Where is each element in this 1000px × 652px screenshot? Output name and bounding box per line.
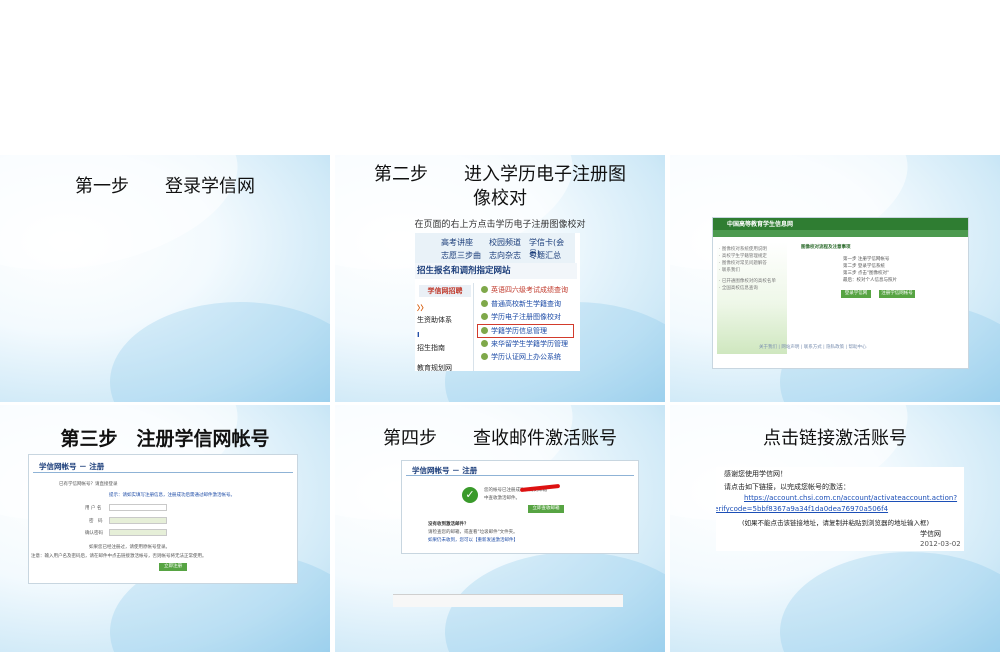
divider [33,472,293,473]
screenshot-fragment [393,594,623,607]
label-username: 用 户 名 [85,506,102,511]
left-item[interactable]: 生资助体系 [417,315,452,325]
label-password: 密 码 [89,519,103,524]
instruction: 请点击如下链接，以完成您帐号的激活： [724,483,850,491]
copy-note: (如果不能点击该链接地址，请复制并粘贴到浏览器的地址输入框) [742,519,930,527]
tips-title: 没有收到激活邮件？ [428,522,469,527]
screenshot-mail: 学信网帐号 － 注册 ✓ 您的帐号已注册成功，请到邮箱 中查收激活邮件。 立即查… [401,460,639,554]
login-hint[interactable]: 已有学信网帐号？请直接登录 [59,481,118,487]
link-student-status[interactable]: 普通高校新生学籍查询 [481,299,561,309]
slide-step-1: 第一步 登录学信网 [0,155,330,402]
register-button[interactable]: 注册学信网帐号 [879,290,915,298]
nav-link[interactable]: 专题汇总 [529,250,561,261]
slide-step-2b: 中国高等教育学生信息网 · 图像校对系统使用说明 · 高校学生学籍管理规定 · … [670,155,1000,402]
signature: 学信网 [920,530,941,538]
screenshot-register: 学信网帐号 － 注册 已有学信网帐号？请直接登录 提示：请如实填写注册信息，注册… [28,454,298,584]
screenshot-website: 中国高等教育学生信息网 · 图像校对系统使用说明 · 高校学生学籍管理规定 · … [712,217,969,369]
sidebar-item[interactable]: · 全国高校信息查询 [719,285,758,291]
note-existing: 如果您已经注册过，请使用原帐号登录。 [89,545,170,550]
login-button[interactable]: 登录学信网 [841,290,871,298]
left-item[interactable]: 教育规划网 [417,363,452,371]
slide-title: 第四步 查收邮件激活账号 [383,428,617,449]
top-nav: 高考讲座 校园频道 学信卡(会员) 志愿三步曲 志向杂志 专题汇总 [415,233,575,264]
screenshot-menu: 高考讲座 校园频道 学信卡(会员) 志愿三步曲 志向杂志 专题汇总 招生报名和调… [415,233,580,371]
slide-title: 第二步 进入学历电子注册图像校对 [374,164,626,209]
sidebar-item[interactable]: · 图像校对系统使用说明 [719,246,767,252]
left-item[interactable]: I [417,331,420,339]
username-input[interactable] [109,504,167,511]
nav-link[interactable]: 校园频道 [489,237,521,248]
step-line: 第二步 登录学信系统 [843,264,885,269]
register-heading: 学信网帐号 － 注册 [39,462,105,471]
screenshot-activation: 感谢您使用学信网！ 请点击如下链接，以完成您帐号的激活： https://acc… [716,467,964,551]
step-line: 最后：校对个人信息与照片 [843,278,897,283]
bullet-icon [481,313,488,320]
label-confirm: 确认密码 [85,531,103,536]
activation-link-cont[interactable]: verifycode=5bbf8367a9a34f1da0dea76970a50… [716,505,888,513]
sidebar-item[interactable]: · 已开通图像校对的高校名单 [719,278,776,284]
check-mailbox-button[interactable]: 立即查收邮箱 [528,505,564,513]
site-footer: 关于我们 | 网站声明 | 联系方式 | 隐私政策 | 帮助中心 [759,345,867,350]
left-item[interactable]: 招生指南 [417,343,445,353]
bullet-icon [481,340,488,347]
register-tip: 提示：请如实填写注册信息，注册成功后需通过邮件激活帐号。 [109,493,235,498]
sidebar-item[interactable]: · 图像校对常见问题解答 [719,260,767,266]
nav-link[interactable]: 志向杂志 [489,250,521,261]
slide-title: 点击链接激活账号 [763,428,907,449]
highlight-box [477,324,574,338]
left-column: 学信网招聘 〉〉 生资助体系 I 招生指南 教育规划网 [415,283,474,371]
site-nav [713,230,968,237]
link-certification-office[interactable]: 学历认证网上办公系统 [481,352,561,362]
tab-recruit[interactable]: 学信网招聘 [419,285,471,297]
note-activation: 注意：输入用户名及密码后，请在邮件中点击链接激活帐号，否则帐号将无法正常使用。 [31,554,207,559]
bullet-icon [481,353,488,360]
slide-step-5: 点击链接激活账号 感谢您使用学信网！ 请点击如下链接，以完成您帐号的激活： ht… [670,405,1000,652]
date: 2012-03-02 [920,540,961,548]
step-line: 第一步 注册学信网帐号 [843,257,890,262]
slide-caption: 在页面的右上方点击学历电子注册图像校对 [414,220,586,230]
link-foreign-students[interactable]: 来华留学生学籍学历管理 [481,339,568,349]
confirm-password-input[interactable] [109,529,167,536]
nav-link[interactable]: 高考讲座 [441,237,473,248]
bullet-icon [481,300,488,307]
left-item[interactable]: 〉〉 [417,303,428,313]
check-icon: ✓ [462,487,478,503]
activation-link[interactable]: https://account.chsi.com.cn/account/acti… [744,494,957,502]
slide-title: 第一步 登录学信网 [75,176,255,197]
bullet-icon [481,286,488,293]
divider [406,475,634,476]
site-sidebar: · 图像校对系统使用说明 · 高校学生学籍管理规定 · 图像校对常见问题解答 ·… [717,242,787,354]
nav-link[interactable]: 志愿三步曲 [441,250,481,261]
sidebar-item[interactable]: · 联系我们 [719,267,740,273]
password-input[interactable] [109,517,167,524]
resend-link[interactable]: 如果仍未收到，您可以【重新发送激活邮件】 [428,537,518,543]
slide-title: 第三步 注册学信网帐号 [60,428,270,450]
step-line: 第三步 点击"图像校对" [843,271,890,276]
link-cet-scores[interactable]: 英语四六级考试成绩查询 [481,285,568,295]
slide-step-2: 第二步 进入学历电子注册图像校对 在页面的右上方点击学历电子注册图像校对 高考讲… [335,155,665,402]
sidebar-item[interactable]: · 高校学生学籍管理规定 [719,253,767,259]
success-message-2: 中查收激活邮件。 [484,496,520,501]
link-image-proofread[interactable]: 学历电子注册图像校对 [481,312,561,322]
slide-step-4: 第四步 查收邮件激活账号 学信网帐号 － 注册 ✓ 您的帐号已注册成功，请到邮箱… [335,405,665,652]
main-heading: 图像校对流程及注意事项 [801,245,851,250]
site-header: 中国高等教育学生信息网 [713,218,968,230]
section-title: 招生报名和调剂指定网站 [415,263,577,279]
greeting: 感谢您使用学信网！ [724,470,787,478]
tips-line: 请检查您的邮箱，或查看"垃圾邮件"文件夹。 [428,530,518,535]
register-now-button[interactable]: 立即注册 [159,563,187,571]
slide-step-3: 第三步 注册学信网帐号 学信网帐号 － 注册 已有学信网帐号？请直接登录 提示：… [0,405,330,652]
